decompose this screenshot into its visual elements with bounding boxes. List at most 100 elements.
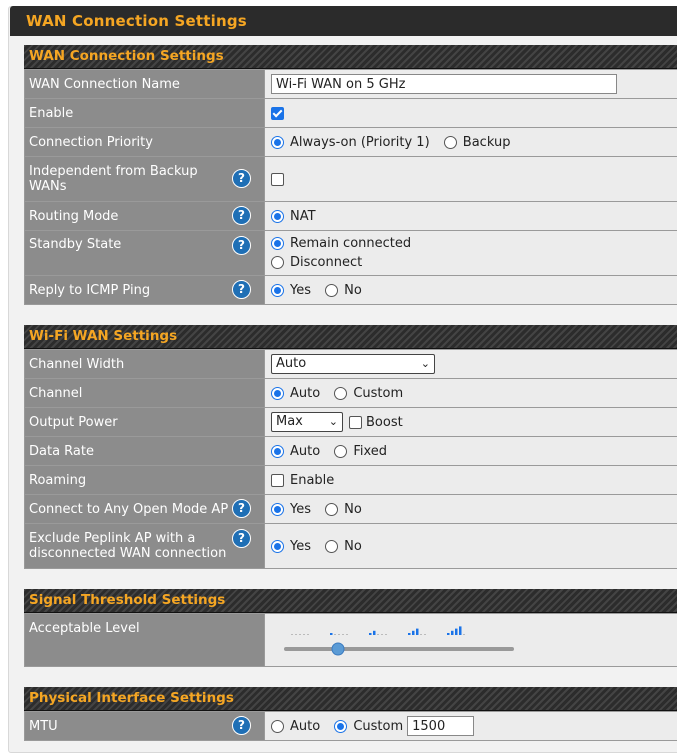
row-mtu: MTU? Auto Custom1500: [25, 712, 677, 741]
field-label: Standby State: [29, 237, 260, 252]
rate-fixed-radio[interactable]: [334, 445, 347, 458]
row-wan-name: WAN Connection Name Wi-Fi WAN on 5 GHz: [25, 70, 677, 99]
roaming-enable-checkbox[interactable]: [271, 474, 284, 487]
wifi-wan-table: Channel Width Auto⌄ Channel Auto Custom …: [24, 349, 677, 569]
open-no-option[interactable]: No: [325, 502, 362, 517]
mtu-custom-option[interactable]: Custom: [334, 719, 403, 734]
row-data-rate: Data Rate Auto Fixed: [25, 437, 677, 466]
signal-bar: [416, 629, 419, 635]
field-label: Connect to Any Open Mode AP: [29, 502, 260, 517]
chevron-down-icon: ⌄: [329, 413, 338, 431]
exclude-no-option[interactable]: No: [325, 539, 362, 554]
question-circle-icon[interactable]: ?: [232, 716, 251, 735]
mtu-input[interactable]: 1500: [407, 716, 474, 736]
channel-width-select[interactable]: Auto⌄: [271, 354, 435, 374]
signal-level-1-icon[interactable]: [330, 633, 349, 635]
channel-auto-option[interactable]: Auto: [271, 386, 320, 401]
signal-level-4-icon[interactable]: [447, 626, 466, 635]
open-yes-radio[interactable]: [271, 503, 284, 516]
wifi-wan-section: Wi-Fi WAN Settings Channel Width Auto⌄ C…: [24, 325, 677, 569]
option-label: Backup: [463, 135, 511, 150]
slider-track[interactable]: [284, 647, 514, 651]
option-label: Auto: [290, 386, 320, 401]
mtu-auto-option[interactable]: Auto: [271, 719, 320, 734]
standby-disconnect-radio[interactable]: [271, 256, 284, 269]
exclude-yes-option[interactable]: Yes: [271, 539, 311, 554]
icmp-yes-option[interactable]: Yes: [271, 283, 311, 298]
roaming-enable-option[interactable]: Enable: [271, 473, 334, 488]
mtu-auto-radio[interactable]: [271, 720, 284, 733]
output-power-select[interactable]: Max ⌄: [271, 412, 343, 432]
option-label: Remain connected: [290, 236, 411, 251]
channel-custom-radio[interactable]: [334, 387, 347, 400]
signal-level-2-icon[interactable]: [369, 631, 388, 635]
priority-always-on-option[interactable]: Always-on (Priority 1): [271, 135, 430, 150]
option-label: Disconnect: [290, 255, 362, 270]
rate-fixed-option[interactable]: Fixed: [334, 444, 387, 459]
field-label: Channel Width: [29, 357, 260, 372]
option-label: No: [344, 283, 362, 298]
page-header: WAN Connection Settings: [10, 6, 677, 36]
signal-bar: [459, 626, 462, 635]
row-channel: Channel Auto Custom: [25, 379, 677, 408]
priority-always-on-radio[interactable]: [271, 136, 284, 149]
routing-nat-radio[interactable]: [271, 210, 284, 223]
signal-level-3-icon[interactable]: [408, 629, 427, 635]
physical-interface-table: MTU? Auto Custom1500: [24, 711, 677, 741]
question-circle-icon[interactable]: ?: [232, 529, 251, 548]
row-output-power: Output Power Max⌄Boost: [25, 408, 677, 437]
row-roaming: Roaming Enable: [25, 466, 677, 495]
standby-remain-radio[interactable]: [271, 237, 284, 250]
option-label: Custom: [353, 719, 403, 734]
icmp-no-radio[interactable]: [325, 284, 338, 297]
row-independent: Independent from Backup WANs?: [25, 157, 677, 202]
rate-auto-radio[interactable]: [271, 445, 284, 458]
question-circle-icon[interactable]: ?: [232, 236, 251, 255]
boost-option[interactable]: Boost: [349, 415, 403, 430]
wan-connection-section: WAN Connection Settings WAN Connection N…: [24, 45, 677, 305]
exclude-no-radio[interactable]: [325, 540, 338, 553]
field-label: Reply to ICMP Ping: [29, 283, 260, 298]
routing-nat-option[interactable]: NAT: [271, 209, 316, 224]
rate-auto-option[interactable]: Auto: [271, 444, 320, 459]
option-label: Auto: [290, 444, 320, 459]
signal-bar: [412, 631, 415, 635]
option-label: Yes: [290, 502, 311, 517]
section-header: Wi-Fi WAN Settings: [24, 325, 677, 349]
signal-strength-icons[interactable]: [291, 626, 466, 635]
channel-auto-radio[interactable]: [271, 387, 284, 400]
signal-threshold-table: Acceptable Level: [24, 613, 677, 667]
question-circle-icon[interactable]: ?: [232, 169, 251, 188]
mtu-custom-radio[interactable]: [334, 720, 347, 733]
section-title: WAN Connection Settings: [24, 45, 677, 64]
option-label: No: [344, 502, 362, 517]
standby-disconnect-option[interactable]: Disconnect: [271, 253, 362, 272]
signal-bar: [369, 633, 372, 635]
row-open-mode-ap: Connect to Any Open Mode AP? Yes No: [25, 495, 677, 524]
independent-checkbox[interactable]: [271, 173, 284, 186]
question-circle-icon[interactable]: ?: [232, 499, 251, 518]
enable-checkbox[interactable]: [271, 107, 284, 120]
icmp-yes-radio[interactable]: [271, 284, 284, 297]
standby-remain-option[interactable]: Remain connected: [271, 234, 411, 253]
open-no-radio[interactable]: [325, 503, 338, 516]
channel-custom-option[interactable]: Custom: [334, 386, 403, 401]
signal-level-selector[interactable]: [271, 615, 531, 665]
option-label: Always-on (Priority 1): [290, 135, 430, 150]
page-title: WAN Connection Settings: [26, 12, 247, 30]
question-circle-icon[interactable]: ?: [232, 206, 251, 225]
priority-backup-option[interactable]: Backup: [444, 135, 511, 150]
section-header: Signal Threshold Settings: [24, 589, 677, 613]
wan-name-input[interactable]: Wi-Fi WAN on 5 GHz: [271, 74, 617, 94]
field-label: Data Rate: [29, 444, 260, 459]
open-yes-option[interactable]: Yes: [271, 502, 311, 517]
row-priority: Connection Priority Always-on (Priority …: [25, 128, 677, 157]
option-label: Fixed: [353, 444, 387, 459]
slider-thumb[interactable]: [332, 643, 344, 655]
priority-backup-radio[interactable]: [444, 136, 457, 149]
icmp-no-option[interactable]: No: [325, 283, 362, 298]
question-circle-icon[interactable]: ?: [232, 280, 251, 299]
boost-checkbox[interactable]: [349, 416, 362, 429]
select-value: Max: [276, 414, 303, 429]
exclude-yes-radio[interactable]: [271, 540, 284, 553]
